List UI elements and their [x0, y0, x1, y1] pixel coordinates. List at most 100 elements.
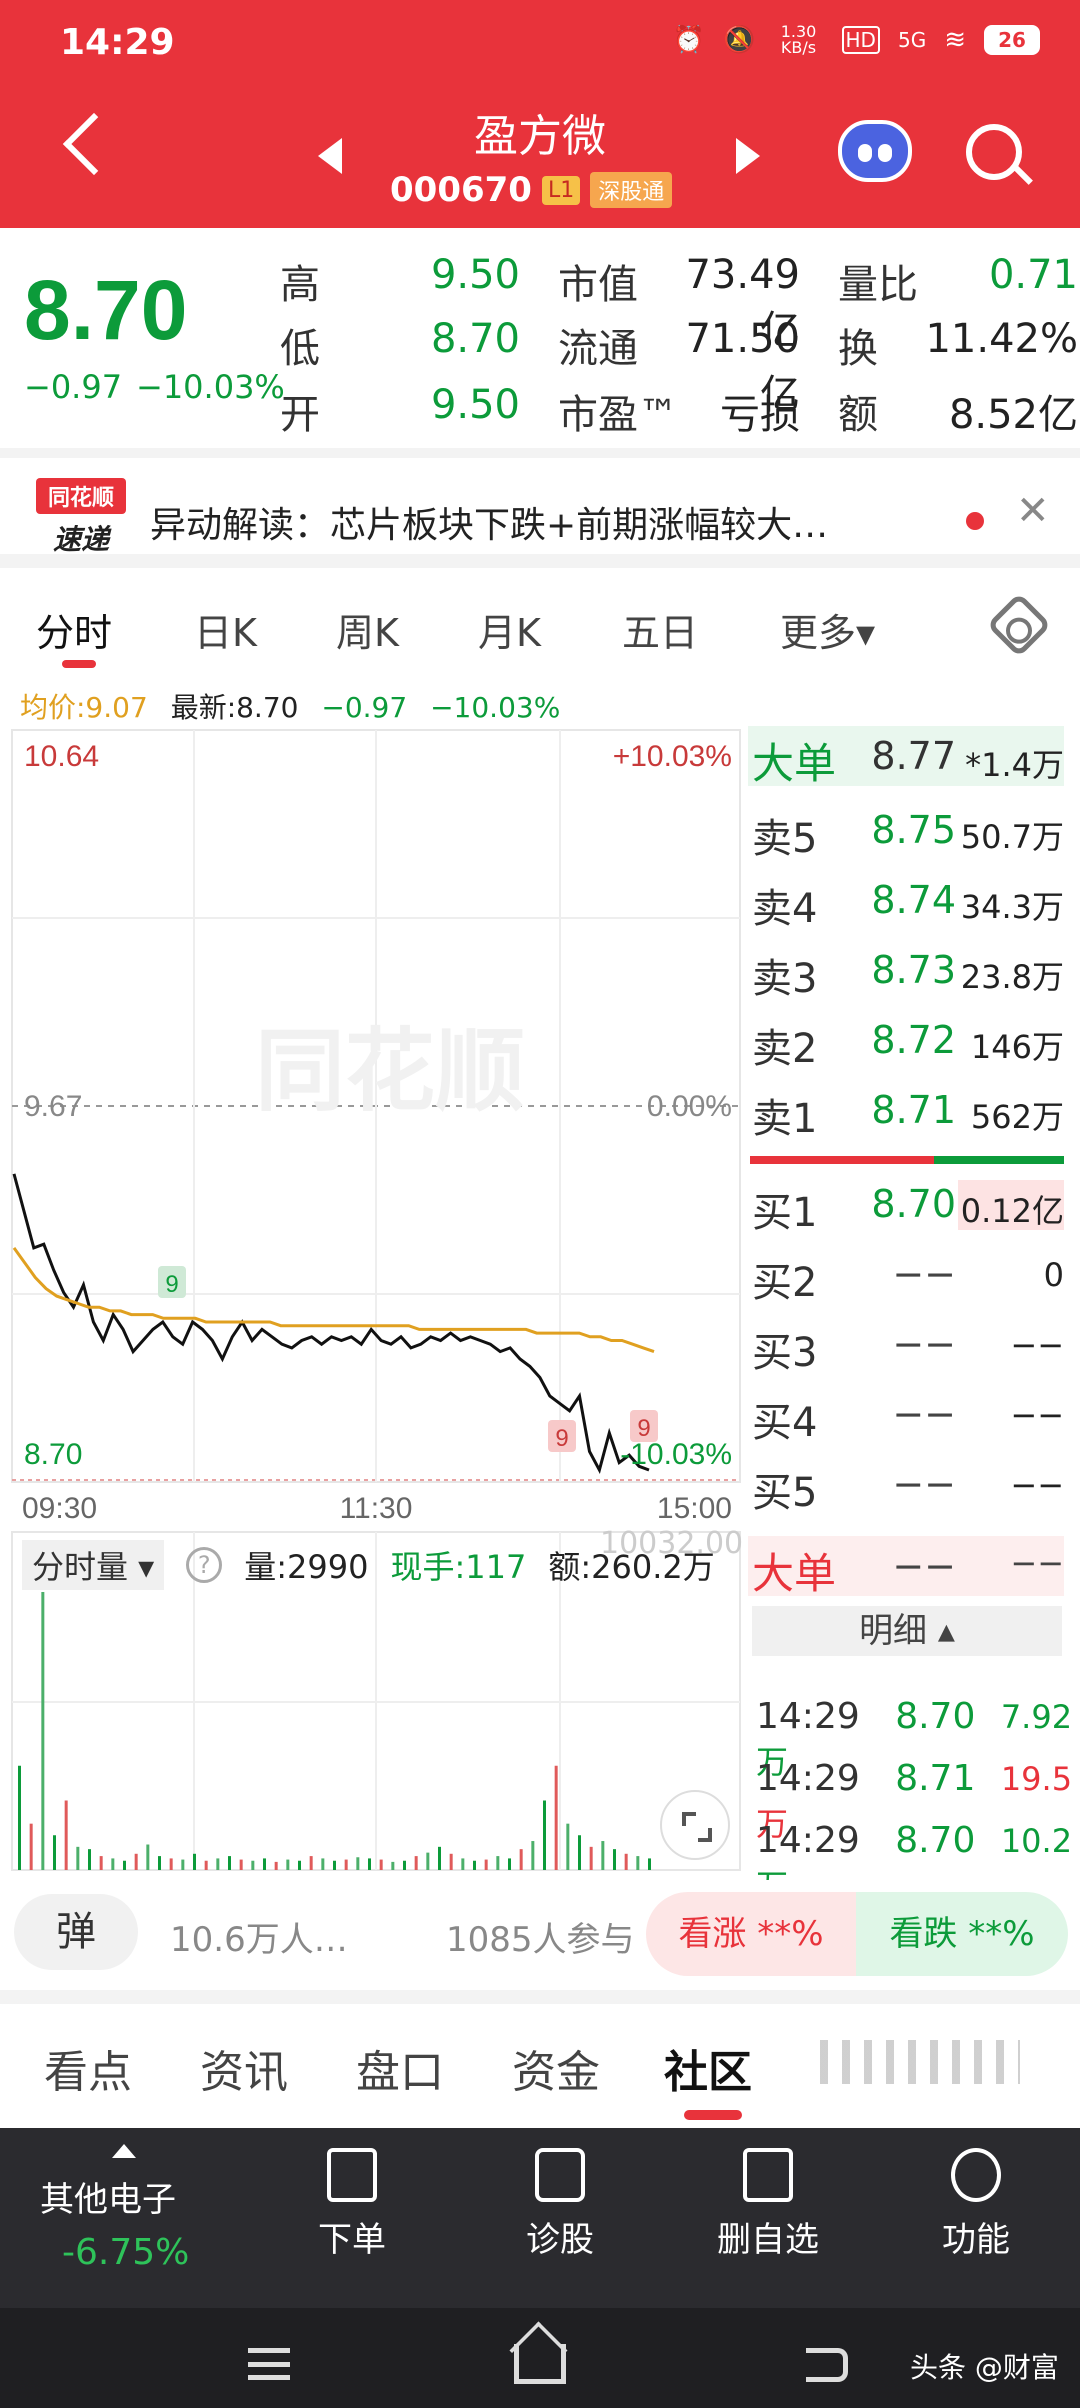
sector-name[interactable]: 其他电子	[40, 2172, 176, 2221]
expand-icon[interactable]	[660, 1790, 730, 1860]
home-icon[interactable]	[514, 2344, 566, 2384]
volume-bar	[169, 1858, 173, 1870]
tab-weekly-k[interactable]: 周K	[336, 602, 399, 657]
buy-level-price: −−	[892, 1392, 956, 1436]
y-label-top: 10.64	[24, 740, 99, 773]
volume-bar	[29, 1823, 33, 1870]
volume-selector[interactable]: 分时量 ▾	[22, 1540, 165, 1590]
level-tag: L1	[541, 175, 581, 205]
detail-toggle-button[interactable]: 明细 ▴	[752, 1606, 1062, 1656]
volume-bar	[368, 1858, 371, 1870]
tab-five-day[interactable]: 五日	[622, 602, 698, 657]
latest-change-pct: −10.03%	[430, 691, 561, 724]
volume-bar	[239, 1859, 243, 1870]
tab-underline	[62, 660, 96, 668]
source-watermark: 头条 @财富	[910, 2351, 1059, 2384]
diagnose-label: 诊股	[526, 2220, 594, 2260]
diagnose-button[interactable]: 诊股	[500, 2148, 620, 2261]
function-button[interactable]: 功能	[916, 2148, 1036, 2261]
buy-bar	[934, 1156, 1064, 1164]
news-logo-top: 同花顺	[36, 478, 126, 514]
open-label: 开	[280, 392, 320, 438]
volume-bar	[356, 1857, 360, 1870]
y-label-bottom: 8.70	[24, 1438, 82, 1471]
buy-level-price: −−	[892, 1462, 956, 1506]
high-value: 9.50	[430, 252, 520, 298]
close-icon[interactable]: ✕	[1016, 488, 1050, 534]
low-value: 8.70	[430, 316, 520, 362]
volume-bar	[624, 1853, 628, 1870]
sell-level-price: 8.71	[871, 1088, 956, 1132]
viewer-count: 10.6万人…	[170, 1920, 348, 1960]
tick-price: 8.71	[895, 1758, 976, 1799]
danmu-button[interactable]: 弹	[14, 1894, 138, 1970]
bottom-tab-underline	[684, 2110, 742, 2120]
vote-bear-button[interactable]: 看跌 **%	[856, 1892, 1068, 1976]
amount-value: 8.52亿	[948, 392, 1078, 438]
tab-overflow-blurred[interactable]	[820, 2040, 1020, 2084]
search-icon[interactable]	[966, 124, 1022, 180]
volume-bar	[41, 1592, 45, 1870]
volume-bar	[76, 1846, 80, 1870]
order-button[interactable]: 下单	[292, 2148, 412, 2261]
volume-bar	[181, 1859, 185, 1870]
function-label: 功能	[942, 2220, 1010, 2260]
status-icons: ⏰ 🔕 1.30 KB/s HD 5G ≋ 26	[673, 24, 1040, 56]
order-label: 下单	[318, 2220, 386, 2260]
mute-icon: 🔕	[723, 25, 756, 55]
expand-up-icon[interactable]	[112, 2144, 136, 2158]
news-text[interactable]: 异动解读：芯片板块下跌+前期涨幅较大…	[150, 496, 950, 548]
news-banner[interactable]: 同花顺 速递 异动解读：芯片板块下跌+前期涨幅较大… ✕	[0, 448, 1080, 568]
nav-back-icon[interactable]	[806, 2348, 848, 2382]
tab-more[interactable]: 更多▾	[780, 602, 875, 657]
hd-badge: HD	[841, 26, 880, 54]
tick-price: 8.70	[895, 1696, 976, 1737]
volume-bar	[123, 1860, 126, 1870]
volume-bar	[64, 1800, 68, 1870]
tab-daily-k[interactable]: 日K	[194, 602, 257, 657]
volume-bar	[333, 1860, 336, 1870]
news-logo-bottom: 速递	[52, 523, 109, 556]
sell-level-vol: 50.7万	[960, 818, 1064, 856]
tick-time: 14:29	[756, 1758, 860, 1799]
menu-icon[interactable]	[248, 2348, 290, 2380]
avg-price-line	[12, 1247, 655, 1354]
tab-handicap[interactable]: 盘口	[356, 2036, 444, 2100]
high-label: 高	[280, 262, 320, 308]
latest-price: 最新:8.70	[170, 691, 299, 724]
help-icon[interactable]: ?	[186, 1547, 223, 1583]
volume-bar	[228, 1856, 231, 1870]
tab-monthly-k[interactable]: 月K	[478, 602, 541, 657]
volume-bar	[391, 1861, 395, 1870]
avg-row: 均价:9.07 最新:8.70 −0.97 −10.03%	[20, 686, 560, 726]
turnover-label: 换	[838, 326, 878, 372]
volume-bar	[578, 1835, 581, 1870]
section-divider	[0, 1990, 1080, 2004]
price-change: −0.97	[24, 368, 123, 406]
low-label: 低	[280, 326, 320, 372]
volume-overlap-label: 10032.00	[600, 1526, 744, 1561]
tab-community[interactable]: 社区	[664, 2036, 752, 2100]
volume-bar	[496, 1856, 500, 1870]
big-order-vol-2: −−	[1010, 1544, 1064, 1582]
stock-code-row: 000670 L1 深股通	[390, 170, 673, 210]
intraday-chart[interactable]: 同花顺 99 9 10.64 +10.03%9.67 0.00%8.70 -10.03%…	[0, 722, 745, 1872]
sentiment-bar: 弹 10.6万人… 1085人参与 看涨 **% 看跌 **%	[0, 1880, 1080, 2000]
tab-intraday[interactable]: 分时	[36, 602, 112, 657]
float-label: 流通	[558, 326, 638, 372]
robot-assistant-icon[interactable]	[838, 120, 912, 182]
tab-funds[interactable]: 资金	[512, 2036, 600, 2100]
next-stock-icon[interactable]	[736, 138, 760, 174]
sell-level-vol: 562万	[970, 1098, 1064, 1136]
latest-change: −0.97	[321, 691, 408, 724]
vote-bull-button[interactable]: 看涨 **%	[646, 1892, 856, 1976]
remove-watchlist-button[interactable]: 删自选	[708, 2148, 828, 2261]
wifi-icon: ≋	[944, 25, 966, 55]
tab-news[interactable]: 资讯	[200, 2036, 288, 2100]
settings-icon[interactable]	[986, 592, 1052, 658]
sell-level-price: 8.72	[871, 1018, 956, 1062]
participant-count: 1085人参与	[446, 1920, 635, 1960]
tab-highlights[interactable]: 看点	[44, 2036, 132, 2100]
pct-label-bottom: -10.03%	[620, 1438, 732, 1471]
volume-bar	[298, 1860, 301, 1870]
